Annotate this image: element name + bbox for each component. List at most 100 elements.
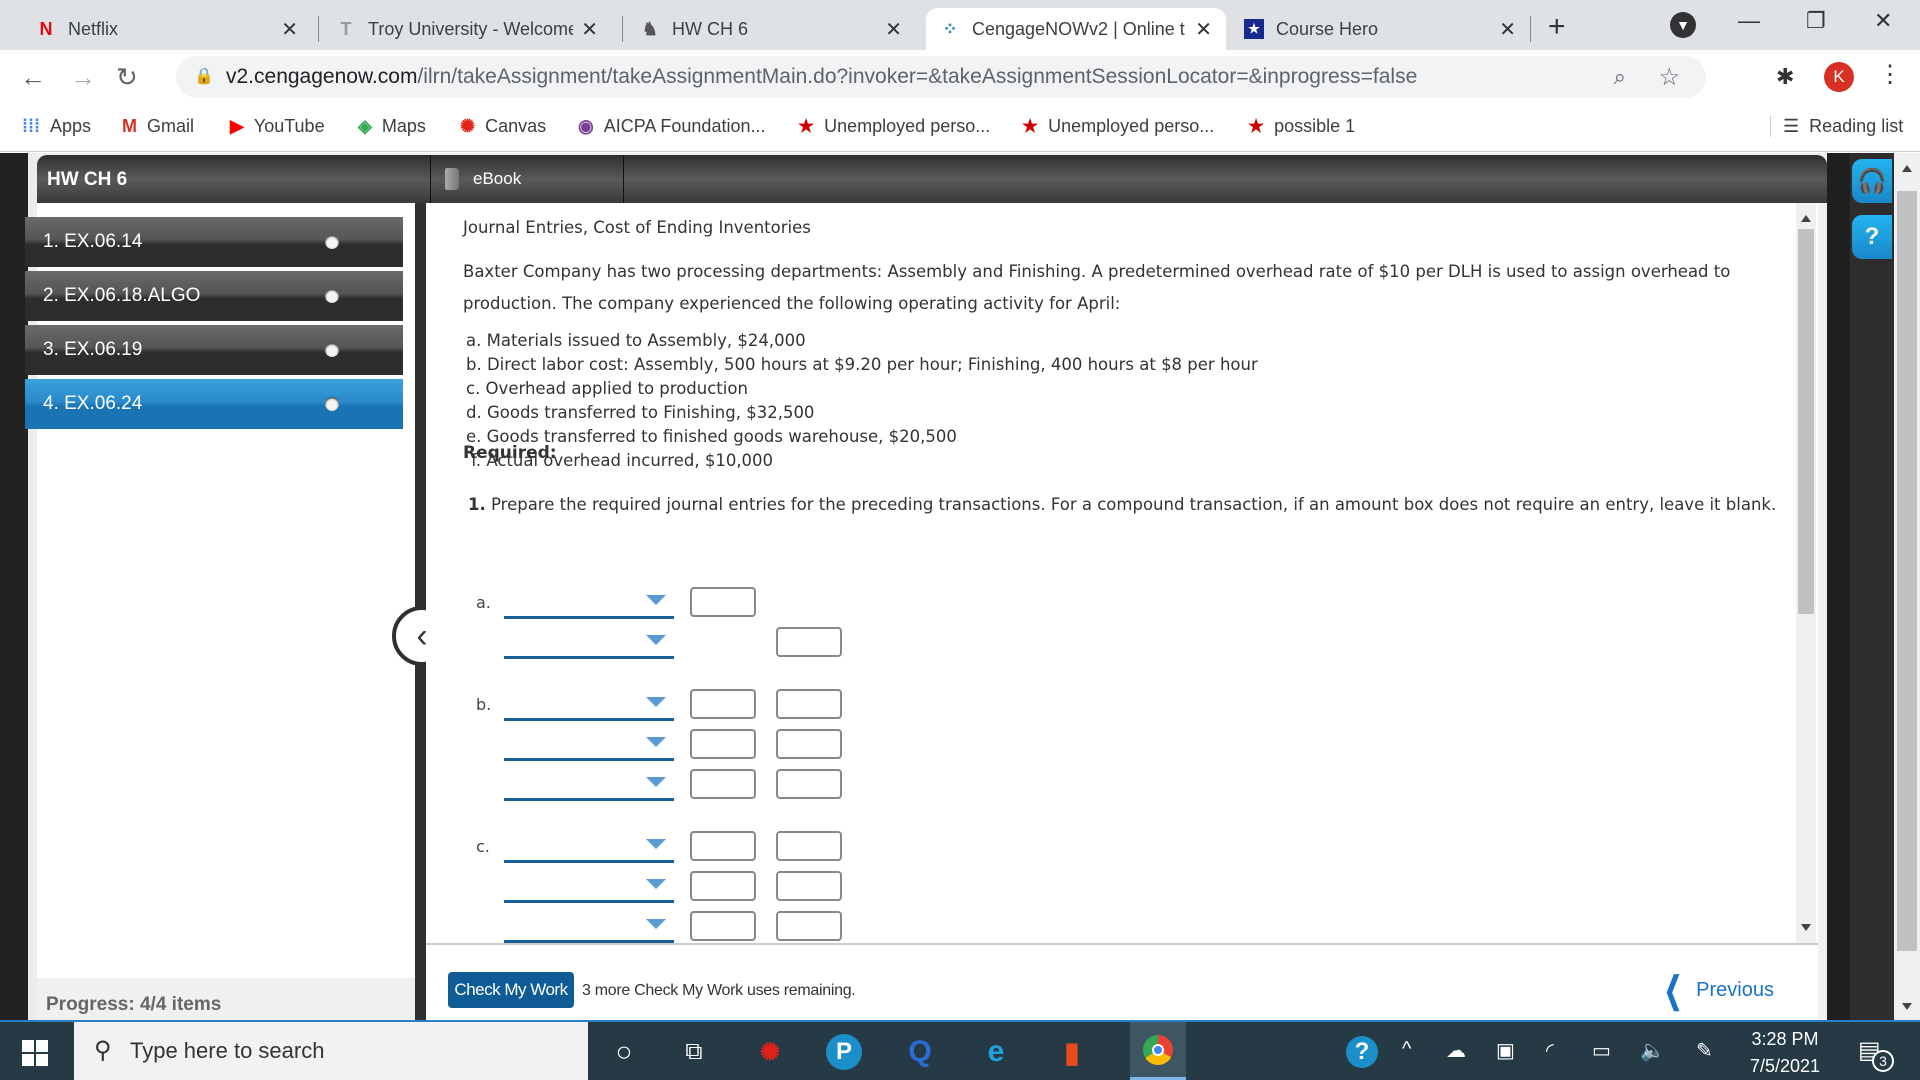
close-tab-icon[interactable]: ✕	[581, 17, 598, 42]
ebook-button[interactable]: eBook	[430, 155, 624, 203]
credit-input[interactable]	[776, 871, 842, 901]
previous-button[interactable]: ❮ Previous	[1658, 969, 1774, 1011]
bookmark-canvas[interactable]: ✺ Canvas	[460, 116, 546, 137]
check-my-work-button[interactable]: Check My Work	[448, 972, 574, 1008]
tab-coursehero[interactable]: ★ Course Hero ✕	[1230, 8, 1530, 50]
bookmark-youtube[interactable]: ▶ YouTube	[230, 116, 325, 137]
back-button[interactable]: ←	[20, 62, 46, 93]
office-icon[interactable]: ▮	[1054, 1034, 1090, 1070]
forward-button[interactable]: →	[70, 62, 96, 93]
tab-troy[interactable]: T Troy University - Welcome ✕	[322, 8, 612, 50]
tab-hw-ch6[interactable]: ♞ HW CH 6 ✕	[626, 8, 916, 50]
close-window-button[interactable]: ✕	[1874, 8, 1892, 34]
task-view-icon[interactable]: ⧉	[676, 1034, 712, 1070]
bookmark-gmail[interactable]: M Gmail	[122, 116, 194, 137]
account-dropdown[interactable]	[504, 867, 674, 903]
credit-input[interactable]	[776, 911, 842, 941]
windows-start-icon[interactable]	[22, 1040, 48, 1066]
browser-menu-icon[interactable]: ⋮	[1878, 60, 1902, 89]
scroll-up-icon[interactable]	[1902, 165, 1912, 172]
close-tab-icon[interactable]: ✕	[1195, 17, 1212, 42]
account-dropdown[interactable]	[504, 907, 674, 943]
system-clock[interactable]: 3:28 PM 7/5/2021	[1740, 1026, 1830, 1080]
credit-input[interactable]	[776, 689, 842, 719]
bookmark-unemployed-2[interactable]: ★ Unemployed perso...	[1022, 116, 1214, 137]
account-dropdown[interactable]	[504, 725, 674, 761]
bookmark-aicpa[interactable]: ◉ AICPA Foundation...	[578, 116, 765, 137]
bookmark-star-icon[interactable]: ☆	[1658, 63, 1680, 92]
bookmark-label: Apps	[49, 116, 92, 136]
scroll-down-icon[interactable]	[1902, 1003, 1912, 1010]
account-dropdown[interactable]	[504, 623, 674, 659]
profile-avatar[interactable]: K	[1824, 62, 1854, 92]
credit-input[interactable]	[776, 831, 842, 861]
credit-input[interactable]	[776, 627, 842, 657]
bookmark-maps[interactable]: ◈ Maps	[358, 116, 426, 137]
cengage-page: HW CH 6 eBook 1. EX.06.14 2. EX.06.18.AL…	[0, 153, 1920, 1020]
debit-input[interactable]	[690, 587, 756, 617]
headset-support-icon[interactable]: 🎧	[1852, 159, 1892, 203]
tab-search-icon[interactable]: ▼	[1670, 12, 1696, 38]
close-tab-icon[interactable]: ✕	[1499, 17, 1516, 42]
account-dropdown[interactable]	[504, 827, 674, 863]
bookmark-unemployed-1[interactable]: ★ Unemployed perso...	[798, 116, 990, 137]
debit-input[interactable]	[690, 831, 756, 861]
scroll-thumb[interactable]	[1798, 229, 1814, 614]
cortana-icon[interactable]: ○	[606, 1034, 642, 1070]
show-hidden-icons[interactable]: ^	[1402, 1038, 1411, 1061]
question-item[interactable]: 2. EX.06.18.ALGO	[25, 271, 403, 321]
bookmark-possible[interactable]: ★ possible 1	[1248, 116, 1355, 137]
question-item[interactable]: 1. EX.06.14	[25, 217, 403, 267]
debit-input[interactable]	[690, 729, 756, 759]
notifications-button[interactable]: ▤ 3	[1858, 1036, 1894, 1072]
scroll-up-icon[interactable]	[1801, 215, 1811, 222]
scroll-thumb[interactable]	[1897, 191, 1917, 951]
page-scrollbar[interactable]	[1894, 153, 1920, 1020]
account-dropdown[interactable]	[504, 685, 674, 721]
tab-cengage[interactable]: ⁘ CengageNOWv2 | Online t ✕	[926, 8, 1226, 50]
zoom-icon[interactable]: ⌕	[1614, 64, 1626, 90]
debit-input[interactable]	[690, 911, 756, 941]
scroll-down-icon[interactable]	[1801, 924, 1811, 931]
credit-input[interactable]	[776, 729, 842, 759]
edge-icon[interactable]: e	[978, 1034, 1014, 1070]
close-tab-icon[interactable]: ✕	[885, 17, 902, 42]
required-heading: Required:	[463, 443, 557, 463]
help-question-icon[interactable]: ?	[1852, 215, 1892, 259]
reading-list-button[interactable]: ☰ Reading list	[1770, 116, 1903, 137]
wifi-icon[interactable]: ◜	[1546, 1038, 1554, 1063]
account-dropdown[interactable]	[504, 583, 674, 619]
credit-input[interactable]	[776, 769, 842, 799]
volume-icon[interactable]: 🔈	[1640, 1038, 1665, 1063]
transaction-list: a. Materials issued to Assembly, $24,000…	[466, 329, 1258, 473]
screen-update-icon[interactable]: ▣	[1496, 1038, 1515, 1063]
tab-netflix[interactable]: N Netflix ✕	[22, 8, 312, 50]
onedrive-icon[interactable]: ☁	[1446, 1038, 1466, 1063]
lock-icon: 🔒	[194, 68, 214, 85]
transaction-item: d. Goods transferred to Finishing, $32,5…	[466, 403, 815, 422]
canvas-app-icon[interactable]: ✺	[752, 1034, 788, 1070]
pearson-icon[interactable]: P	[826, 1034, 862, 1070]
status-dot-icon	[325, 397, 339, 411]
battery-icon[interactable]: ▭	[1592, 1038, 1611, 1063]
close-tab-icon[interactable]: ✕	[281, 17, 298, 42]
question-item[interactable]: 3. EX.06.19	[25, 325, 403, 375]
taskbar-search-input[interactable]: ⚲ Type here to search	[74, 1022, 588, 1080]
debit-input[interactable]	[690, 769, 756, 799]
chrome-icon[interactable]	[1130, 1022, 1186, 1080]
restore-button[interactable]: ❐	[1806, 8, 1826, 34]
question-item-active[interactable]: 4. EX.06.24	[25, 379, 403, 429]
extensions-puzzle-icon[interactable]: ✱	[1776, 64, 1794, 90]
content-scrollbar[interactable]	[1796, 203, 1816, 943]
reload-button[interactable]: ↻	[116, 62, 138, 93]
account-dropdown[interactable]	[504, 765, 674, 801]
minimize-button[interactable]: —	[1738, 8, 1760, 34]
debit-input[interactable]	[690, 689, 756, 719]
new-tab-button[interactable]: +	[1548, 10, 1566, 44]
address-bar[interactable]: 🔒 v2.cengagenow.com/ilrn/takeAssignment/…	[176, 56, 1706, 98]
q-app-icon[interactable]: Q	[902, 1034, 938, 1070]
bookmark-apps[interactable]: ⁞⁞⁞ Apps	[22, 116, 91, 137]
debit-input[interactable]	[690, 871, 756, 901]
pen-icon[interactable]: ✎	[1696, 1038, 1713, 1063]
help-app-icon[interactable]: ?	[1346, 1036, 1378, 1068]
